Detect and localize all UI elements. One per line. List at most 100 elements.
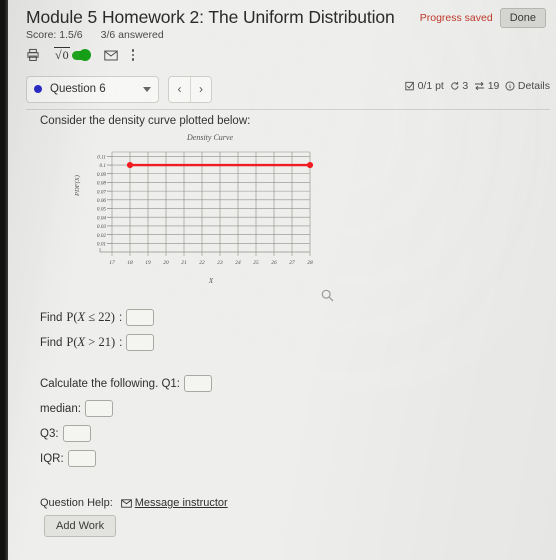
svg-text:28: 28 [307,260,313,266]
find-question-row: Find P(X ≤ 22): [40,309,556,326]
page-title: Module 5 Homework 2: The Uniform Distrib… [26,7,395,27]
value-1: 22 [98,310,111,324]
svg-text:25: 25 [253,260,259,266]
svg-text:0.03: 0.03 [97,224,106,230]
answer-input-iqr[interactable] [67,450,96,467]
assignment-screen: Module 5 Homework 2: The Uniform Distrib… [8,0,556,560]
value-2: 21 [98,335,111,349]
shuffles-text: 19 [487,80,500,92]
envelope-icon [120,498,132,508]
svg-text:21: 21 [181,260,187,266]
page-header: Module 5 Homework 2: The Uniform Distrib… [8,0,556,28]
svg-text:0.11: 0.11 [97,155,106,161]
probability-expression-1: P(X ≤ 22) [66,310,115,324]
chevron-down-icon [143,86,151,92]
iqr-row: IQR: [40,450,556,467]
answer-input-p-le-22[interactable] [126,309,155,326]
question-status-dot-icon [34,85,42,93]
colon-2: : [119,336,123,349]
q3-label: Q3: [40,427,59,440]
header-status-group: Progress saved Done [420,8,546,28]
points-indicator: 0/1 pt [405,80,444,92]
chart-title: Density Curve [187,133,233,142]
details-button[interactable]: Details [505,80,550,92]
question-body: Consider the density curve plotted below… [8,107,556,537]
attempts-text: 3 [462,80,469,92]
svg-text:18: 18 [127,260,133,266]
score-text: Score: 1.5/6 [26,29,83,41]
svg-text:26: 26 [271,260,277,266]
question-help-label: Question Help: [40,497,113,509]
relation-1: ≤ [88,310,96,324]
score-row: Score: 1.5/6 3/6 answered [8,28,556,41]
question-navigation-bar: Question 6 ‹ › 0/1 pt 3 19 Details [26,71,550,110]
question-nav-group: ‹ › [168,75,212,103]
svg-text:0.07: 0.07 [97,189,106,195]
math-equation-icon[interactable]: √ 0 [54,46,91,63]
median-row: median: [40,400,556,417]
q1-row: Calculate the following. Q1: [40,375,556,392]
svg-text:0.01: 0.01 [97,242,106,248]
selected-question-label: Question 6 [50,83,106,95]
assignment-toolbar: √ 0 [8,41,556,65]
q3-row: Q3: [40,425,556,442]
svg-text:24: 24 [235,260,241,266]
answer-input-p-gt-21[interactable] [126,334,155,351]
message-instructor-link[interactable]: Message instructor [120,497,228,509]
sqrt-radicand: 0 [61,46,70,62]
answered-text: 3/6 answered [100,29,164,41]
calculate-intro-label: Calculate the following. Q1: [40,377,180,390]
magnifier-icon[interactable] [321,289,334,307]
relation-2: > [88,335,96,349]
probability-expression-2: P(X > 21) [66,335,116,349]
colon-1: : [118,311,123,324]
answer-input-q3[interactable] [62,425,91,442]
variable-x-2: X [77,335,86,349]
svg-text:22: 22 [199,260,205,266]
attempts-indicator: 3 [450,80,468,92]
svg-text:0.1: 0.1 [100,163,107,169]
svg-text:20: 20 [163,260,169,266]
points-text: 0/1 pt [417,80,444,92]
density-curve-figure: Density Curve PDF(X) 0.01 0.02 0.03 0.04 0.0… [74,133,334,302]
svg-text:0.06: 0.06 [97,198,106,204]
next-question-button[interactable]: › [190,76,211,102]
question-selector-dropdown[interactable]: Question 6 [26,75,159,103]
prev-question-button[interactable]: ‹ [169,76,190,102]
checkbox-icon [405,81,414,91]
answer-input-median[interactable] [84,400,113,417]
print-icon[interactable] [26,48,40,62]
chart-y-axis-label: PDF(X) [74,175,81,196]
svg-text:27: 27 [289,260,295,266]
question-meta-group: 0/1 pt 3 19 Details [405,80,550,92]
screen-bezel-left [0,0,8,560]
kebab-menu-icon[interactable] [131,49,135,61]
probability-questions: Find P(X ≤ 22): Find P(X > 21): [40,309,556,351]
svg-text:0.05: 0.05 [97,207,106,213]
svg-text:0.02: 0.02 [97,233,106,239]
quartile-questions: Calculate the following. Q1: median: Q3:… [40,375,556,467]
question-help-row: Question Help: Message instructor [40,497,556,509]
chart-svg: 0.01 0.02 0.03 0.040.05 0.06 0.07 0.08 0.09 0.1 0… [97,151,314,266]
question-prompt: Consider the density curve plotted below… [40,115,251,127]
shuffle-icon [475,81,485,91]
median-label: median: [40,402,81,415]
svg-text:23: 23 [217,260,223,266]
svg-text:0.09: 0.09 [97,172,106,178]
question-footer: Question Help: Message instructor Add Wo… [40,497,556,537]
svg-text:17: 17 [109,260,115,266]
progress-saved-text: Progress saved [419,12,493,24]
answer-input-q1[interactable] [184,375,212,392]
details-label: Details [517,80,550,92]
shuffles-indicator: 19 [474,80,499,92]
chart-plot-area: PDF(X) 0.01 0.02 0.03 0.04 0.05 0.06 0.07 0.08 0… [74,144,316,276]
find-label-1: Find [40,311,63,324]
add-work-button[interactable]: Add Work [44,515,117,537]
find-question-row: Find P(X > 21): [40,334,556,351]
svg-text:0.08: 0.08 [97,181,106,187]
svg-text:0.04: 0.04 [97,214,106,221]
done-button[interactable]: Done [499,8,546,28]
equation-toggle-on-icon[interactable] [71,49,91,61]
find-label-2: Find [40,336,63,349]
envelope-icon[interactable] [103,50,118,61]
